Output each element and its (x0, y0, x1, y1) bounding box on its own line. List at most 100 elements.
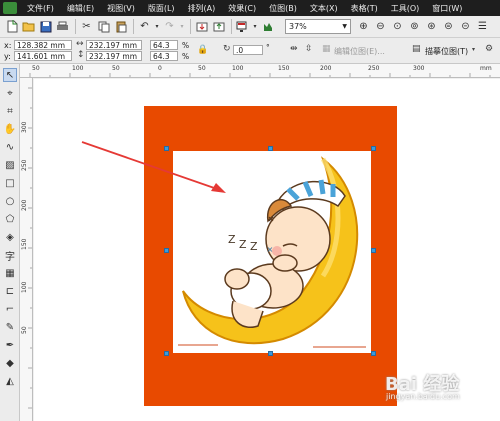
zoom-to-page-icon[interactable]: ⊛ (424, 19, 439, 34)
ruler-tick-label: 200 (21, 199, 28, 211)
height-field[interactable]: 232.197 mm (86, 51, 142, 61)
ruler-tick-label: 250 (368, 65, 380, 72)
rotate-icon: ↻ (223, 44, 231, 54)
outline-pen-icon[interactable]: ✒ (3, 338, 17, 352)
smart-fill-icon[interactable]: ▨ (3, 158, 17, 172)
redo-dropdown-icon[interactable]: ▾ (179, 19, 185, 34)
resize-handle-top-right[interactable] (371, 146, 376, 151)
scale-y-field[interactable]: 64.3 (150, 51, 178, 61)
launcher-dropdown-icon[interactable]: ▾ (252, 19, 258, 34)
undo-dropdown-icon[interactable]: ▾ (154, 19, 160, 34)
ruler-tick-label: 200 (320, 65, 332, 72)
toolbar-divider (190, 19, 191, 34)
options-icon[interactable]: ☰ (475, 19, 490, 34)
resize-handle-top[interactable] (268, 146, 273, 151)
open-folder-icon[interactable] (21, 19, 36, 34)
svg-text:Z: Z (228, 233, 236, 246)
pick-tool-icon[interactable]: ↖ (3, 68, 17, 82)
copy-icon[interactable] (96, 19, 111, 34)
shape-tool-icon[interactable]: ⌖ (3, 86, 17, 100)
degree-unit: ° (266, 43, 270, 52)
application-launcher-icon[interactable] (235, 19, 250, 34)
trace-bitmap-button[interactable]: 描摹位图(T) (425, 46, 468, 57)
zoom-level-value: 37% (289, 22, 307, 31)
baidu-watermark-url: jingyan.baidu.com (386, 392, 460, 401)
paste-icon[interactable] (113, 19, 128, 34)
edit-bitmap-icon: ▦ (322, 44, 331, 54)
y-position-field[interactable]: 141.601 mm (14, 51, 72, 61)
menu-layout[interactable]: 版面(L) (142, 3, 182, 14)
zoom-page-width-icon[interactable]: ⊜ (441, 19, 456, 34)
resize-handle-bottom-right[interactable] (371, 351, 376, 356)
menu-table[interactable]: 表格(T) (345, 3, 385, 14)
width-field[interactable]: 232.197 mm (86, 40, 142, 50)
parallel-dimension-icon[interactable]: ⊏ (3, 284, 17, 298)
menu-text[interactable]: 文本(X) (304, 3, 345, 14)
menu-edit[interactable]: 编辑(E) (61, 3, 101, 14)
svg-text:Z: Z (250, 240, 258, 253)
trace-dropdown-icon[interactable]: ▾ (472, 46, 475, 53)
zoom-out-icon[interactable]: ⊖ (373, 19, 388, 34)
zoom-all-objects-icon[interactable]: ⊚ (407, 19, 422, 34)
undo-icon[interactable]: ↶ (137, 19, 152, 34)
resize-handle-bottom-left[interactable] (164, 351, 169, 356)
interactive-fill-icon[interactable]: ◭ (3, 374, 17, 388)
redo-icon[interactable]: ↷ (162, 19, 177, 34)
resize-handle-bottom[interactable] (268, 351, 273, 356)
scale-y-unit: % (182, 52, 190, 61)
connector-tool-icon[interactable]: ⌐ (3, 302, 17, 316)
horizontal-ruler[interactable]: 50 100 50 0 50 100 150 200 250 300 mm (28, 64, 500, 78)
menu-file[interactable]: 文件(F) (21, 3, 61, 14)
eyedropper-tool-icon[interactable]: ✎ (3, 320, 17, 334)
annotation-arrow-icon (81, 141, 226, 193)
height-icon: ↕ (77, 50, 85, 60)
ellipse-tool-icon[interactable]: ○ (3, 194, 17, 208)
print-icon[interactable] (55, 19, 70, 34)
width-icon: ↔ (76, 39, 84, 49)
resize-handle-right[interactable] (371, 248, 376, 253)
polygon-tool-icon[interactable]: ⬠ (3, 212, 17, 226)
edit-bitmap-button[interactable]: 编辑位图(E)... (334, 46, 385, 57)
fill-tool-icon[interactable]: ◆ (3, 356, 17, 370)
rectangle-tool-icon[interactable]: □ (3, 176, 17, 190)
cut-icon[interactable]: ✂ (79, 19, 94, 34)
resize-handle-left[interactable] (164, 248, 169, 253)
ruler-unit-label: mm (480, 65, 492, 72)
import-icon[interactable] (194, 19, 209, 34)
menu-window[interactable]: 窗口(W) (426, 3, 469, 14)
vertical-ruler[interactable]: 300 250 200 150 100 50 (20, 78, 33, 421)
text-tool-icon[interactable]: 字 (3, 248, 17, 263)
export-icon[interactable] (211, 19, 226, 34)
crop-tool-icon[interactable]: ⌗ (3, 104, 17, 118)
menu-arrange[interactable]: 排列(A) (182, 3, 223, 14)
zoom-selected-icon[interactable]: ⊙ (390, 19, 405, 34)
ruler-tick-label: 250 (21, 159, 28, 171)
ruler-tick-label: 300 (21, 121, 28, 133)
x-position-field[interactable]: 128.382 mm (14, 40, 72, 50)
trace-bitmap-icon: ▤ (412, 44, 421, 54)
zoom-in-icon[interactable]: ⊕ (356, 19, 371, 34)
menu-view[interactable]: 视图(V) (101, 3, 142, 14)
mirror-vertical-icon[interactable]: ⇳ (305, 44, 313, 54)
freehand-tool-icon[interactable]: ∿ (3, 140, 17, 154)
save-icon[interactable] (38, 19, 53, 34)
menu-bitmaps[interactable]: 位图(B) (263, 3, 304, 14)
menu-bar: 文件(F) 编辑(E) 视图(V) 版面(L) 排列(A) 效果(C) 位图(B… (0, 0, 500, 16)
mirror-horizontal-icon[interactable]: ⇹ (290, 44, 298, 54)
bitmap-settings-icon[interactable]: ⚙ (485, 44, 493, 54)
new-document-icon[interactable] (4, 19, 19, 34)
center-marker-icon: × (266, 245, 274, 254)
toolbox: ↖ ⌖ ⌗ ✋ ∿ ▨ □ ○ ⬠ ◈ 字 ▦ ⊏ ⌐ ✎ ✒ ◆ ◭ (0, 64, 20, 421)
menu-tools[interactable]: 工具(O) (385, 3, 427, 14)
welcome-screen-icon[interactable] (260, 19, 275, 34)
scale-x-field[interactable]: 64.3 (150, 40, 178, 50)
scale-x-unit: % (182, 41, 190, 50)
zoom-page-height-icon[interactable]: ⊝ (458, 19, 473, 34)
zoom-tool-icon[interactable]: ✋ (3, 122, 17, 136)
rotation-field[interactable]: .0 (233, 45, 263, 55)
lock-ratio-icon[interactable]: 🔒 (197, 45, 208, 55)
basic-shapes-icon[interactable]: ◈ (3, 230, 17, 244)
menu-effects[interactable]: 效果(C) (222, 3, 263, 14)
zoom-level-select[interactable]: 37% ▼ (285, 19, 351, 34)
table-tool-icon[interactable]: ▦ (3, 266, 17, 280)
